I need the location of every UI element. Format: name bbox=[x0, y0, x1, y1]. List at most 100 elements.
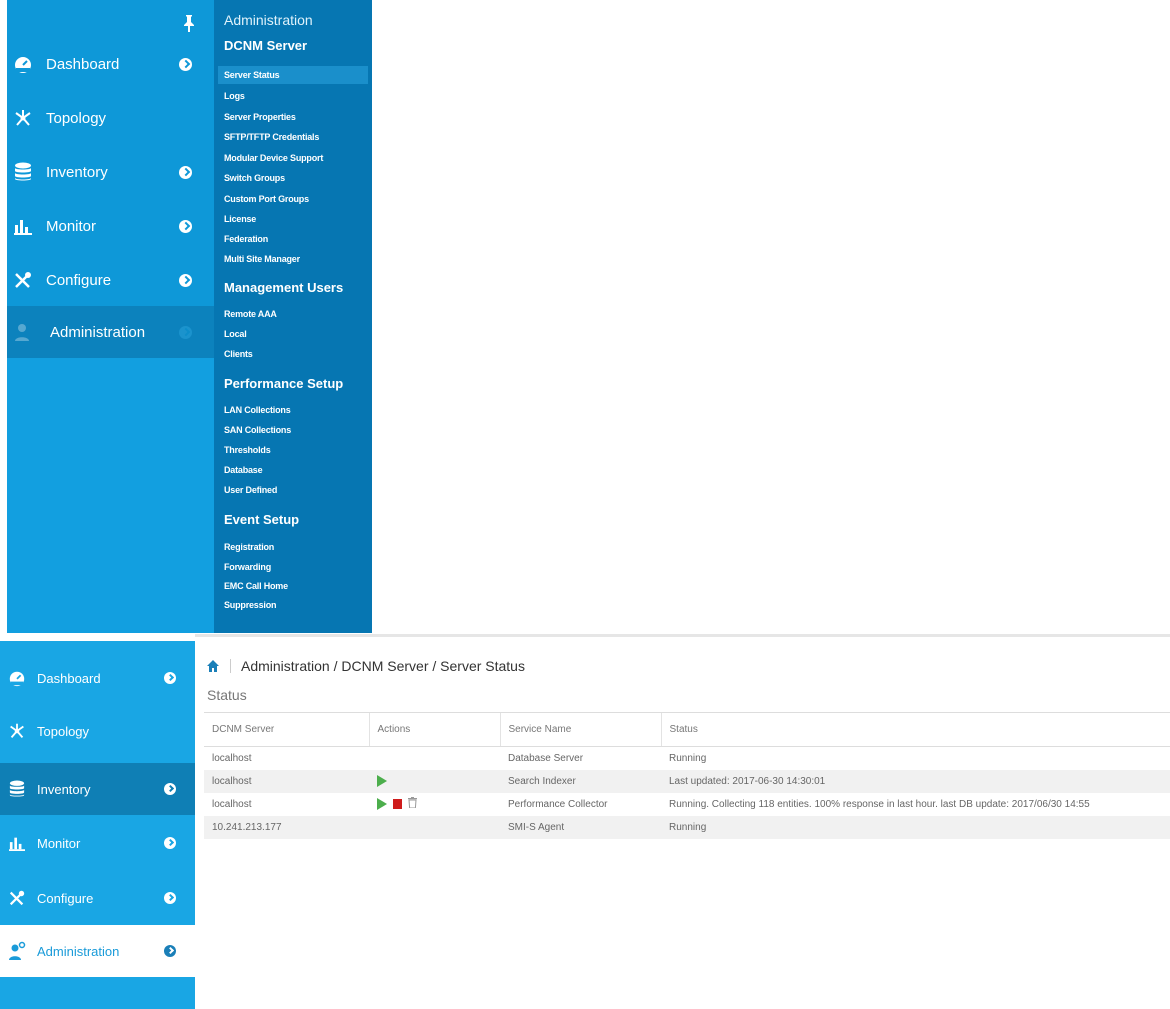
submenu-item-server-properties[interactable]: Server Properties bbox=[224, 112, 296, 122]
sidebar-item-topology[interactable]: Topology bbox=[0, 705, 195, 757]
top-navigation-panel: Dashboard Topology Inventory Monitor Con… bbox=[0, 0, 375, 633]
tools-icon bbox=[7, 888, 27, 908]
sidebar-item-label: Configure bbox=[37, 890, 94, 906]
breadcrumb-path: Administration / DCNM Server / Server St… bbox=[241, 658, 525, 674]
admin-icon bbox=[7, 941, 27, 961]
content-top-border bbox=[195, 634, 1170, 637]
submenu-item-user-defined[interactable]: User Defined bbox=[224, 485, 277, 495]
topology-icon bbox=[7, 721, 27, 741]
stop-icon[interactable] bbox=[393, 799, 402, 809]
sidebar-item-dashboard[interactable]: Dashboard bbox=[7, 38, 214, 90]
submenu-item-modular-device-support[interactable]: Modular Device Support bbox=[224, 153, 323, 163]
topology-icon bbox=[12, 107, 34, 129]
chevron-right-icon bbox=[164, 837, 176, 849]
sidebar-item-label: Configure bbox=[46, 271, 112, 289]
submenu-item-logs[interactable]: Logs bbox=[224, 91, 245, 101]
tools-icon bbox=[12, 269, 34, 291]
dashboard-icon bbox=[7, 668, 27, 688]
sidebar-item-label: Administration bbox=[37, 943, 120, 959]
sidebar-item-configure[interactable]: Configure bbox=[0, 872, 195, 924]
chevron-right-icon bbox=[164, 945, 176, 957]
home-icon[interactable] bbox=[206, 659, 220, 673]
submenu-item-registration[interactable]: Registration bbox=[224, 542, 274, 552]
cell-status: Running bbox=[669, 752, 707, 764]
sidebar-item-administration[interactable]: Administration bbox=[7, 306, 214, 358]
chevron-right-icon bbox=[164, 892, 176, 904]
submenu-item-lan-collections[interactable]: LAN Collections bbox=[224, 405, 291, 415]
chevron-right-icon bbox=[179, 57, 192, 71]
sidebar-item-monitor[interactable]: Monitor bbox=[7, 200, 214, 252]
top-sidebar: Dashboard Topology Inventory Monitor Con… bbox=[7, 0, 214, 633]
administration-submenu: Administration DCNM Server Server Status… bbox=[214, 0, 372, 633]
submenu-item-forwarding[interactable]: Forwarding bbox=[224, 562, 271, 572]
submenu-item-switch-groups[interactable]: Switch Groups bbox=[224, 173, 285, 183]
sidebar-item-label: Dashboard bbox=[46, 55, 120, 73]
bar-chart-icon bbox=[7, 833, 27, 853]
submenu-item-thresholds[interactable]: Thresholds bbox=[224, 445, 271, 455]
cell-service: Performance Collector bbox=[508, 798, 608, 810]
submenu-header: Administration bbox=[224, 12, 313, 28]
submenu-item-clients[interactable]: Clients bbox=[224, 349, 253, 359]
table-header-row: DCNM Server Actions Service Name Status bbox=[204, 712, 1170, 747]
sidebar-item-label: Administration bbox=[50, 323, 146, 341]
chevron-right-icon bbox=[179, 273, 192, 287]
sidebar-item-administration[interactable]: Administration bbox=[0, 925, 195, 977]
submenu-item-emc-call-home[interactable]: EMC Call Home bbox=[224, 581, 288, 591]
sidebar-item-inventory[interactable]: Inventory bbox=[0, 763, 195, 815]
start-icon[interactable] bbox=[377, 798, 387, 810]
chevron-right-icon bbox=[179, 219, 192, 233]
chevron-right-icon bbox=[179, 165, 192, 179]
column-header-service-name[interactable]: Service Name bbox=[499, 712, 661, 747]
dashboard-icon bbox=[12, 53, 34, 75]
chevron-right-icon bbox=[179, 325, 192, 339]
sidebar-item-label: Dashboard bbox=[37, 670, 101, 686]
submenu-section-title: Management Users bbox=[224, 280, 344, 295]
cell-actions bbox=[369, 747, 500, 770]
submenu-item-remote-aaa[interactable]: Remote AAA bbox=[224, 309, 277, 319]
start-icon[interactable] bbox=[377, 775, 387, 787]
sidebar-empty-area bbox=[7, 358, 214, 633]
database-icon bbox=[7, 779, 27, 799]
submenu-item-server-status[interactable]: Server Status bbox=[224, 70, 280, 80]
cell-server: localhost bbox=[204, 769, 369, 793]
sidebar-item-label: Inventory bbox=[46, 163, 108, 181]
cell-server: 10.241.213.177 bbox=[204, 815, 369, 839]
database-icon bbox=[12, 161, 34, 183]
cell-status: Running. Collecting 118 entities. 100% r… bbox=[669, 798, 1090, 810]
sidebar-item-dashboard[interactable]: Dashboard bbox=[0, 652, 195, 704]
sidebar-item-topology[interactable]: Topology bbox=[7, 92, 214, 144]
cell-status: Last updated: 2017-06-30 14:30:01 bbox=[661, 769, 1170, 793]
submenu-item-database[interactable]: Database bbox=[224, 465, 263, 475]
sidebar-item-label: Topology bbox=[37, 723, 90, 739]
sidebar-item-inventory[interactable]: Inventory bbox=[7, 146, 214, 198]
submenu-item-sftp-credentials[interactable]: SFTP/TFTP Credentials bbox=[224, 132, 319, 142]
cell-service: SMI-S Agent bbox=[500, 815, 661, 839]
column-header-actions[interactable]: Actions bbox=[368, 712, 500, 747]
pin-icon[interactable] bbox=[183, 14, 195, 32]
submenu-item-suppression[interactable]: Suppression bbox=[224, 600, 277, 610]
submenu-item-license[interactable]: License bbox=[224, 214, 256, 224]
submenu-item-multi-site-manager[interactable]: Multi Site Manager bbox=[224, 254, 300, 264]
sidebar-item-label: Inventory bbox=[37, 781, 91, 797]
bottom-sidebar: Dashboard Topology Inventory Monitor Con… bbox=[0, 641, 195, 1009]
sidebar-item-label: Topology bbox=[46, 109, 107, 127]
cell-service: Database Server bbox=[508, 752, 584, 764]
breadcrumb-divider bbox=[230, 659, 231, 673]
submenu-item-custom-port-groups[interactable]: Custom Port Groups bbox=[224, 194, 309, 204]
breadcrumb: Administration / DCNM Server / Server St… bbox=[206, 658, 525, 674]
cell-status: Running bbox=[661, 815, 1170, 839]
cell-service: Search Indexer bbox=[500, 769, 661, 793]
submenu-item-san-collections[interactable]: SAN Collections bbox=[224, 425, 291, 435]
trash-icon[interactable] bbox=[408, 797, 417, 811]
column-header-dcnm-server[interactable]: DCNM Server bbox=[204, 712, 369, 747]
section-title: Status bbox=[207, 687, 247, 703]
cell-actions bbox=[369, 815, 500, 839]
server-status-table: DCNM Server Actions Service Name Status … bbox=[204, 712, 1170, 839]
sidebar-item-monitor[interactable]: Monitor bbox=[0, 817, 195, 869]
submenu-item-federation[interactable]: Federation bbox=[224, 234, 268, 244]
column-header-status[interactable]: Status bbox=[660, 712, 1170, 747]
submenu-item-local[interactable]: Local bbox=[224, 329, 247, 339]
submenu-section-title: Event Setup bbox=[224, 512, 300, 527]
chevron-right-icon bbox=[164, 783, 176, 795]
sidebar-item-configure[interactable]: Configure bbox=[7, 254, 214, 306]
